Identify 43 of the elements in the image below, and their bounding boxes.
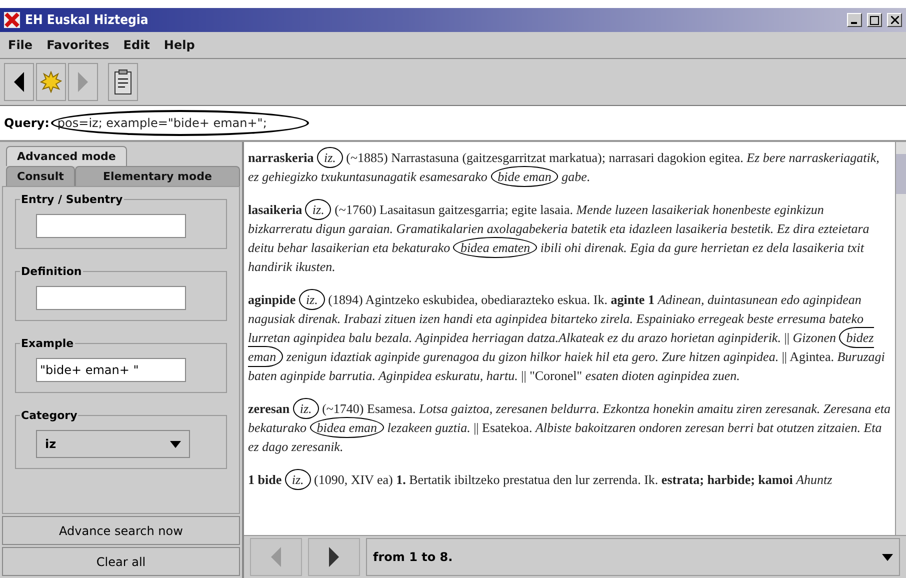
input-field[interactable] [36,214,186,238]
clipboard-icon [113,69,133,95]
dropdown-arrow-icon [882,554,893,560]
dictionary-entry: zeresan iz. (~1740) Esamesa. Lotsa gaiztoa, zeresanen beldurra. Ezkontza honekin amaitu ziren zeresanak. Zeresana eta bekaturako bidea eman lezakeen guztia. || Esatekoa. Albiste bakoitzaren ondoren zeresan berri bat otutzen zitzaien. Eta ez dago zeresanik. [248,399,891,456]
results-range-dropdown[interactable]: from 1 to 8. [366,538,900,576]
menu-item[interactable]: Edit [123,38,150,52]
menu-item[interactable]: File [8,38,33,52]
field-label: Example [20,337,75,350]
next-button[interactable] [308,538,360,576]
window-title: EH Euskal Hiztegia [25,12,150,28]
clear-button[interactable]: Clear all [2,547,240,576]
dropdown-arrow-icon [170,440,181,448]
dictionary-entry: lasaikeria iz. (~1760) Lasaitasun gaitzesgarria; egite lasaia. Mende luzeen lasaikeriak honenbeste eginkizun bizkarreratu digun garaian. Gramatikalarien axolagabekeria batetik eta idazleen lasaikeria bestetik. Ez dira ezteietara deitu behar lasaikerian eta bekaturako bidea ematen ibili ohi direnak. Egia da gure herrietan ez dela lasaikeria txit handirik ikusten. [248,200,891,276]
back-arrow-icon [14,72,24,92]
minimize-button[interactable] [847,13,862,27]
starburst-icon [40,71,62,93]
scrollbar[interactable] [895,142,906,535]
dictionary-entry: 1 bide iz. (1090, XIV ea) 1. Bertatik ibiltzeko prestatua den lur zerrenda. Ik. estrata; harbide; kamoi Ahuntz [248,470,891,489]
close-icon [890,16,898,24]
forward-arrow-icon [78,72,88,92]
tab[interactable]: Consult [6,166,75,186]
maximize-icon [870,16,879,24]
maximize-button[interactable] [867,13,882,27]
dictionary-entry: aginpide iz. (1894) Agintzeko eskubidea, obediarazteko eskua. Ik. aginte 1 Adinean, duintasunean edo aginpidean nagusiak direnak. Irabazi zituen izen handi eta aginpidea bitarteko zirela. Espainiako erregeak beste erresuma bateko lurretan aginpidea balu bezala. Aginpidea herriagan datza.Alkateak ez du arazo horietan aginpiderik. || Gizonen bidez eman zenigun idaztiak aginpide gurenagoa du gizon hilkor haiek hil eta gero. Zure hitzen aginpidea. || Agintea. Buruzagi baten aginpide barrutia. Aginpidea eskuratu, hartu. || "Coronel" esaten dioten aginpidea zuen. [248,290,891,385]
search-button[interactable]: Advance search now [2,516,240,545]
dictionary-entry: narraskeria iz. (~1885) Narrastasuna (gaitzesgarritzat markatua); narrasari dagokion egitea. Ez bere narraskeriagatik, ez gehiegizko txukuntasunagatik esamesarako bide eman gabe. [248,148,891,186]
app-logo-icon [4,12,20,28]
input-field[interactable]: "bide+ eman+ " [36,358,186,382]
toolbar-button[interactable] [4,63,34,101]
close-button[interactable] [887,13,902,27]
tab[interactable]: Advanced mode [6,146,127,166]
field-label: Definition [20,265,83,278]
field-label: Entry / Subentry [20,193,124,206]
field-label: Category [20,409,78,422]
category-dropdown[interactable]: iz [36,430,190,458]
menu-item[interactable]: Help [164,38,195,52]
tab[interactable]: Elementary mode [74,166,240,186]
input-field[interactable] [36,286,186,310]
toolbar-button[interactable] [108,63,138,101]
query-field[interactable]: pos=iz; example="bide+ eman+"; [51,110,309,136]
right-arrow-icon [329,547,339,567]
left-arrow-icon [271,547,281,567]
menu-item[interactable]: Favorites [46,38,110,52]
